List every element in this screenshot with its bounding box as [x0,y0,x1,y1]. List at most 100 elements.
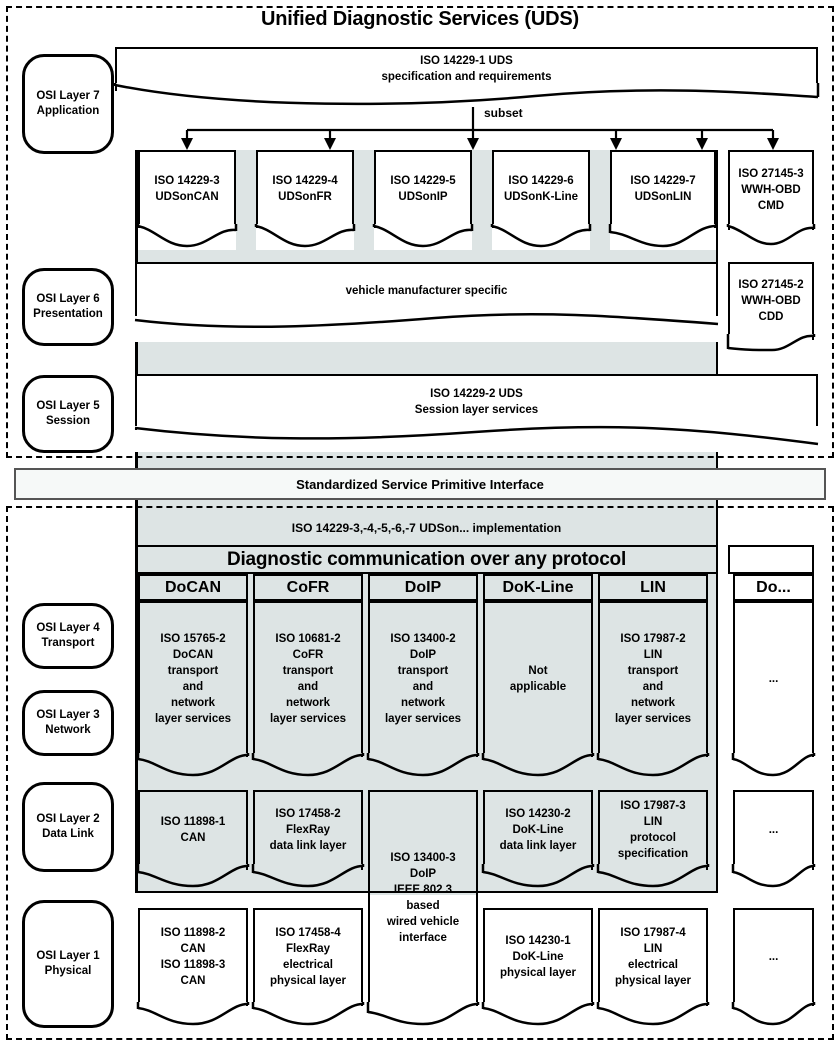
uds-on-k-line-line1: ISO 14229-6 [508,175,574,188]
osi-layer-7-line1: OSI Layer 7 [36,90,100,103]
wwh-obd-cdd-card: ISO 27145-2 WWH-OBD CDD [726,262,816,360]
implementation-label: ISO 14229-3,-4,-5,-6,-7 UDSon... impleme… [135,511,718,545]
lower-container-left-rail [135,500,138,893]
protocol-header-do-ellipsis: Do... [733,574,814,601]
uds-on-fr-card: ISO 14229-4 UDSonFR [254,150,356,250]
dok-line-not-applicable-card: Not applicable [481,601,595,779]
session-layer-services-card: ISO 14229-2 UDS Session layer services [134,374,819,452]
protocol-header-cofr-label: CoFR [286,578,330,596]
implementation-label-text: ISO 14229-3,-4,-5,-6,-7 UDSon... impleme… [291,521,562,535]
uds-on-can-card: ISO 14229-3 UDSonCAN [136,150,238,250]
doip-spanning-text: ISO 13400-3 DoIP IEEE 802.3 based wired … [386,852,460,944]
uds-on-fr-line2: UDSonFR [278,191,332,203]
doip-transport-card: ISO 13400-2 DoIP transport and network l… [366,601,480,779]
cofr-transport-text: ISO 10681-2 CoFR transport and network l… [269,633,347,725]
osi-layer-4-line1: OSI Layer 4 [36,622,100,635]
lower-container-right-rail [715,500,718,893]
can-physical-text: ISO 11898-2 CAN ISO 11898-3 CAN [160,927,226,987]
can-data-link-card: ISO 11898-1 CAN [136,790,250,890]
dok-line-data-link-card: ISO 14230-2 DoK-Line data link layer [481,790,595,890]
uds-on-fr-line1: ISO 14229-4 [272,175,338,188]
wwh-obd-cdd-line2: WWH-OBD [741,295,801,308]
can-physical-card: ISO 11898-2 CAN ISO 11898-3 CAN [136,908,250,1028]
doip-transport-text: ISO 13400-2 DoIP transport and network l… [384,633,462,725]
session-layer-line2: Session layer services [414,404,539,416]
lin-transport-text: ISO 17987-2 LIN transport and network la… [614,633,692,725]
wwh-obd-cmd-line2: WWH-OBD [741,184,801,197]
flexray-physical-text: ISO 17458-4 FlexRay electrical physical … [269,927,347,987]
dok-line-physical-card: ISO 14230-1 DoK-Line physical layer [481,908,595,1028]
uds-on-lin-line2: UDSonLIN [634,191,692,203]
osi-layer-6: OSI Layer 6 Presentation [22,268,114,346]
doip-spanning-card: ISO 13400-3 DoIP IEEE 802.3 based wired … [366,790,480,1028]
protocol-header-dok-line: DoK-Line [483,574,593,601]
standardized-service-primitive-interface-bar: Standardized Service Primitive Interface [14,468,826,500]
protocol-header-do-ellipsis-label: Do... [756,578,791,596]
flexray-physical-card: ISO 17458-4 FlexRay electrical physical … [251,908,365,1028]
osi-layer-3-line1: OSI Layer 3 [36,709,100,722]
osi-layer-6-line2: Presentation [33,308,103,320]
osi-layer-2: OSI Layer 2 Data Link [22,782,114,872]
lin-physical-text: ISO 17987-4 LIN electrical physical laye… [614,927,692,987]
protocol-header-doip-label: DoIP [404,578,442,596]
do-transport-ellipsis-card: ... [731,601,816,779]
do-physical-ellipsis-text: ... [768,951,779,964]
uds-on-ip-line2: UDSonIP [398,191,448,203]
dok-line-physical-text: ISO 14230-1 DoK-Line physical layer [499,935,577,979]
docan-transport-text: ISO 15765-2 DoCAN transport and network … [154,633,232,725]
session-layer-line1: ISO 14229-2 UDS [430,388,523,401]
osi-layer-5-line1: OSI Layer 5 [36,400,100,413]
osi-layer-3: OSI Layer 3 Network [22,690,114,756]
osi-layer-2-line2: Data Link [42,828,94,840]
uds-on-lin-line1: ISO 14229-7 [630,175,696,188]
wwh-obd-cdd-line1: ISO 27145-2 [738,279,804,292]
torn-edge-icon [113,83,820,106]
protocol-header-lin-label: LIN [640,578,666,596]
do-data-link-ellipsis-text: ... [768,824,779,837]
wwh-obd-cmd-line3: CMD [757,199,785,212]
diagnostic-communication-banner: Diagnostic communication over any protoc… [135,545,718,574]
osi-layer-3-line2: Network [45,724,91,736]
osi-layer-1-line2: Physical [44,965,92,977]
vehicle-manufacturer-specific-label: vehicle manufacturer specific [345,285,508,298]
uds-on-ip-card: ISO 14229-5 UDSonIP [372,150,474,250]
osi-layer-6-line1: OSI Layer 6 [36,293,100,306]
protocol-header-cofr: CoFR [253,574,363,601]
osi-layer-4-line2: Transport [41,637,95,649]
lin-transport-card: ISO 17987-2 LIN transport and network la… [596,601,710,779]
uds-on-can-line2: UDSonCAN [155,191,219,203]
flexray-data-link-text: ISO 17458-2 FlexRay data link layer [269,808,347,852]
do-column-spacer [728,545,814,574]
protocol-header-lin: LIN [598,574,708,601]
vehicle-manufacturer-specific-card: vehicle manufacturer specific [134,262,719,342]
osi-layer-4: OSI Layer 4 Transport [22,603,114,669]
flexray-data-link-card: ISO 17458-2 FlexRay data link layer [251,790,365,890]
page-title: Unified Diagnostic Services (UDS) [261,8,579,30]
do-physical-ellipsis-card: ... [731,908,816,1028]
osi-layer-2-line1: OSI Layer 2 [36,813,100,826]
dok-line-data-link-text: ISO 14230-2 DoK-Line data link layer [499,808,577,852]
uds-osi-layer-diagram: Unified Diagnostic Services (UDS) ISO 14… [0,0,840,1046]
cofr-transport-card: ISO 10681-2 CoFR transport and network l… [251,601,365,779]
diagnostic-communication-text: Diagnostic communication over any protoc… [226,548,627,570]
lower-container-bottom-edge [135,890,718,893]
uds-on-lin-card: ISO 14229-7 UDSonLIN [608,150,718,250]
do-data-link-ellipsis-card: ... [731,790,816,890]
lin-protocol-spec-card: ISO 17987-3 LIN protocol specification [596,790,710,890]
dok-line-not-applicable-text: Not applicable [509,665,567,693]
protocol-header-dok-line-label: DoK-Line [502,578,574,596]
spec-line-1: ISO 14229-1 UDS [420,55,513,68]
wwh-obd-cmd-card: ISO 27145-3 WWH-OBD CMD [726,150,816,250]
osi-layer-1-line1: OSI Layer 1 [36,950,100,963]
uds-on-k-line-card: ISO 14229-6 UDSonK-Line [490,150,592,250]
iso-14229-1-spec-card: ISO 14229-1 UDS specification and requir… [113,47,820,109]
protocol-header-doip: DoIP [368,574,478,601]
can-data-link-text: ISO 11898-1 CAN [160,816,226,844]
docan-transport-card: ISO 15765-2 DoCAN transport and network … [136,601,250,779]
do-transport-ellipsis-text: ... [768,673,779,686]
osi-layer-5: OSI Layer 5 Session [22,375,114,453]
wwh-obd-cmd-line1: ISO 27145-3 [738,168,804,181]
uds-on-ip-line1: ISO 14229-5 [390,175,456,188]
uds-on-can-line1: ISO 14229-3 [154,175,220,188]
osi-layer-1: OSI Layer 1 Physical [22,900,114,1028]
